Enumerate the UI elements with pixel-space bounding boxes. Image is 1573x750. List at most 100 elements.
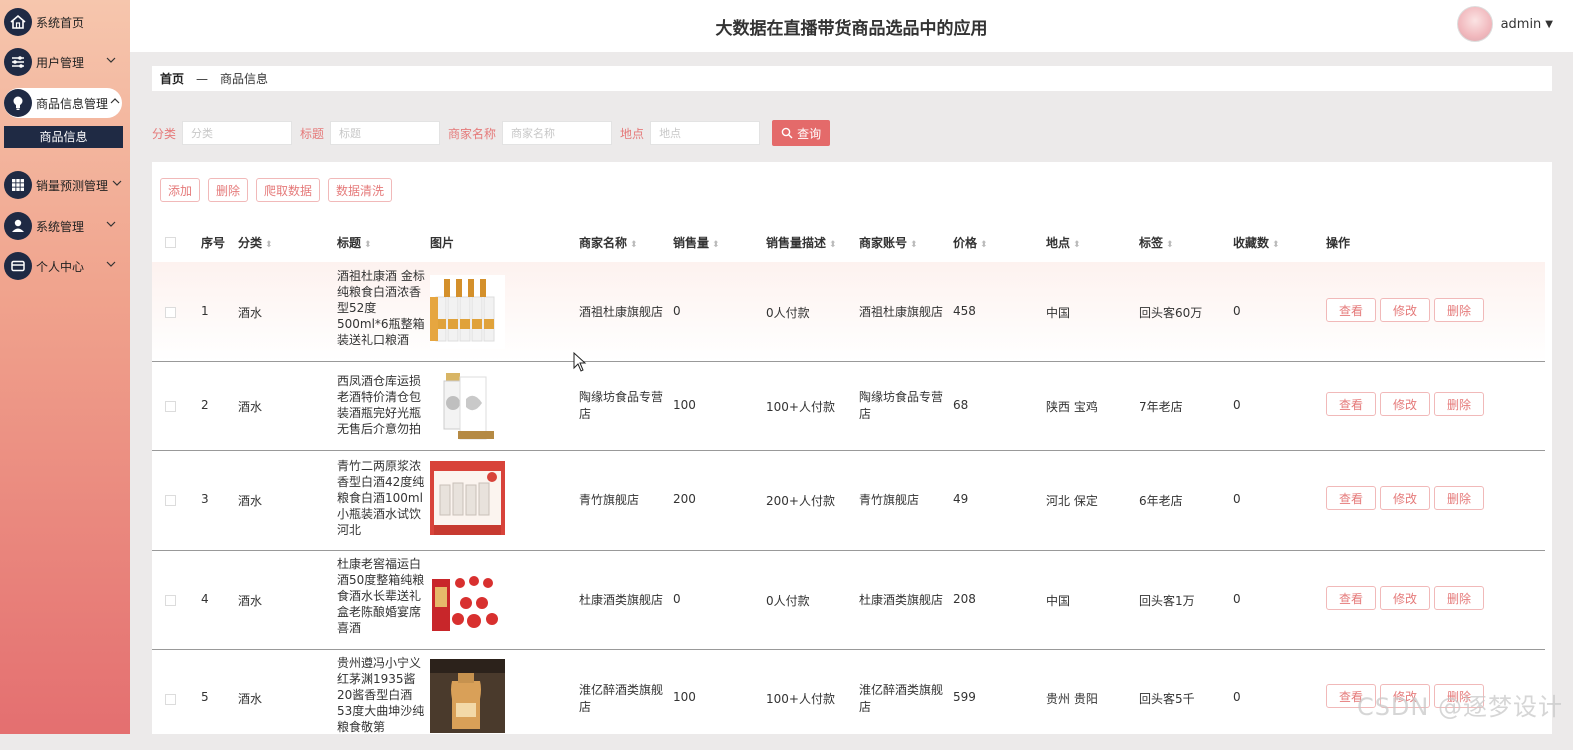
caret-down-icon[interactable]: ▼ <box>1545 19 1553 30</box>
cell-shop: 陶缘坊食品专营店 <box>579 390 664 421</box>
cell-title: 贵州遵冯小宁义红茅渊1935酱20酱香型白酒53度大曲坤沙纯粮食敬第 <box>337 656 425 734</box>
cell-shop: 酒祖杜康旗舰店 <box>579 305 664 319</box>
chevron-up-icon <box>110 96 120 109</box>
delete-button[interactable]: 删除 <box>1434 486 1484 510</box>
delete-button[interactable]: 删除 <box>1434 392 1484 416</box>
row-checkbox[interactable] <box>165 401 176 412</box>
cell-sales: 0 <box>673 304 681 318</box>
cell-tag: 回头客5千 <box>1139 692 1195 706</box>
product-image[interactable] <box>430 563 505 637</box>
header-index: 序号 <box>201 236 226 250</box>
cell-sales-desc: 0人付款 <box>766 306 810 320</box>
cell-sales-desc: 100+人付款 <box>766 400 835 414</box>
product-image[interactable] <box>430 369 505 443</box>
header-shop[interactable]: 商家名称 ⬍ <box>579 234 638 251</box>
cell-account: 陶缘坊食品专营店 <box>859 390 944 421</box>
cell-price: 49 <box>953 492 969 506</box>
person-icon <box>4 212 32 240</box>
header-location[interactable]: 地点 ⬍ <box>1046 234 1081 251</box>
view-button[interactable]: 查看 <box>1326 392 1376 416</box>
cell-favorites: 0 <box>1233 398 1241 412</box>
header-price[interactable]: 价格 ⬍ <box>953 234 988 251</box>
edit-button[interactable]: 修改 <box>1380 586 1430 610</box>
batch-delete-button[interactable]: 删除 <box>208 178 249 202</box>
sort-icon: ⬍ <box>1166 240 1174 250</box>
action-toolbar: 添加 删除 爬取数据 数据清洗 <box>160 178 400 202</box>
add-button[interactable]: 添加 <box>160 178 201 202</box>
header-account[interactable]: 商家账号 ⬍ <box>859 234 918 251</box>
sidebar-item-forecast[interactable]: 销量预测管理 <box>4 170 124 200</box>
search-icon <box>781 127 793 139</box>
cell-title: 杜康老窖福运白酒50度整箱纯粮食酒水长辈送礼盒老陈酿婚宴席喜酒 <box>337 557 425 635</box>
sidebar-item-personal[interactable]: 个人中心 <box>4 251 124 281</box>
edit-button[interactable]: 修改 <box>1380 298 1430 322</box>
cell-index: 3 <box>201 492 209 506</box>
row-checkbox[interactable] <box>165 307 176 318</box>
cell-location: 陕西 宝鸡 <box>1046 400 1098 414</box>
title-search-input[interactable] <box>330 121 441 145</box>
cell-tag: 7年老店 <box>1139 400 1183 414</box>
sidebar-subitem-product-info[interactable]: 商品信息 <box>4 126 123 148</box>
home-icon <box>4 8 32 36</box>
cell-location: 中国 <box>1046 306 1071 320</box>
header-tag[interactable]: 标签 ⬍ <box>1139 234 1174 251</box>
row-checkbox[interactable] <box>165 694 176 705</box>
location-search-input[interactable] <box>650 121 761 145</box>
product-image[interactable] <box>430 275 505 349</box>
wallet-icon <box>4 252 32 280</box>
username: admin <box>1500 16 1542 32</box>
cell-category: 酒水 <box>238 306 263 320</box>
main-panel: 添加 删除 爬取数据 数据清洗 序号 分类 ⬍ 标题 ⬍ 图片 商家名称 ⬍ 销售量 ⬍… <box>152 162 1552 734</box>
view-button[interactable]: 查看 <box>1326 586 1376 610</box>
product-image[interactable] <box>430 461 505 535</box>
sort-icon: ⬍ <box>1073 240 1081 250</box>
cell-index: 5 <box>201 690 209 704</box>
shop-search-input[interactable] <box>502 121 613 145</box>
cell-index: 1 <box>201 304 209 318</box>
cell-title: 青竹二两原浆浓香型白酒42度纯粮食白酒100ml小瓶装酒水试饮河北 <box>337 459 425 537</box>
sidebar-item-system[interactable]: 系统管理 <box>4 211 124 241</box>
edit-button[interactable]: 修改 <box>1380 392 1430 416</box>
clean-data-button[interactable]: 数据清洗 <box>328 178 393 202</box>
header-ops: 操作 <box>1326 236 1351 250</box>
cell-favorites: 0 <box>1233 304 1241 318</box>
sidebar-item-users[interactable]: 用户管理 <box>4 47 124 77</box>
cell-category: 酒水 <box>238 400 263 414</box>
delete-button[interactable]: 删除 <box>1434 298 1484 322</box>
avatar[interactable] <box>1456 6 1493 42</box>
table-row: 2 酒水 西凤酒仓库运损老酒特价清仓包装酒瓶完好光瓶无售后介意勿拍 陶缘坊食品专… <box>152 362 1545 451</box>
cell-sales: 0 <box>673 592 681 606</box>
header-category[interactable]: 分类 ⬍ <box>238 234 273 251</box>
table-row: 1 酒水 酒祖杜康酒 金标纯粮食白酒浓香型52度500ml*6瓶整箱装送礼口粮酒… <box>152 262 1545 362</box>
sidebar-item-products[interactable]: 商品信息管理 <box>4 88 122 118</box>
sort-icon: ⬍ <box>265 240 273 250</box>
header-sales[interactable]: 销售量 ⬍ <box>673 234 720 251</box>
view-button[interactable]: 查看 <box>1326 486 1376 510</box>
sidebar-item-home[interactable]: 系统首页 <box>4 7 124 37</box>
row-checkbox[interactable] <box>165 495 176 506</box>
query-button-label: 查询 <box>797 126 822 141</box>
sidebar-item-label: 系统管理 <box>36 219 85 234</box>
cell-title: 酒祖杜康酒 金标纯粮食白酒浓香型52度500ml*6瓶整箱装送礼口粮酒 <box>337 269 425 347</box>
view-button[interactable]: 查看 <box>1326 298 1376 322</box>
breadcrumb-home[interactable]: 首页 <box>160 70 184 87</box>
delete-button[interactable]: 删除 <box>1434 586 1484 610</box>
query-button[interactable]: 查询 <box>772 120 831 146</box>
header-sales-desc[interactable]: 销售量描述 ⬍ <box>766 234 837 251</box>
header-title[interactable]: 标题 ⬍ <box>337 234 372 251</box>
breadcrumb: 首页 — 商品信息 <box>152 66 1552 91</box>
cell-price: 458 <box>953 304 976 318</box>
select-all-checkbox[interactable] <box>165 237 176 248</box>
cell-account: 酒祖杜康旗舰店 <box>859 305 944 319</box>
crawl-data-button[interactable]: 爬取数据 <box>256 178 321 202</box>
row-checkbox[interactable] <box>165 595 176 606</box>
cell-sales-desc: 200+人付款 <box>766 494 835 508</box>
cell-shop: 杜康酒类旗舰店 <box>579 593 664 607</box>
product-image[interactable] <box>430 659 505 733</box>
user-menu[interactable]: admin ▼ <box>1456 6 1553 42</box>
header-favorites[interactable]: 收藏数 ⬍ <box>1233 234 1280 251</box>
edit-button[interactable]: 修改 <box>1380 486 1430 510</box>
sidebar: 系统首页 用户管理 商品信息管理 商品信息 销量预测管理 系统管理 个人中心 <box>0 0 130 734</box>
category-search-input[interactable] <box>182 121 293 145</box>
grid-icon <box>4 171 32 199</box>
